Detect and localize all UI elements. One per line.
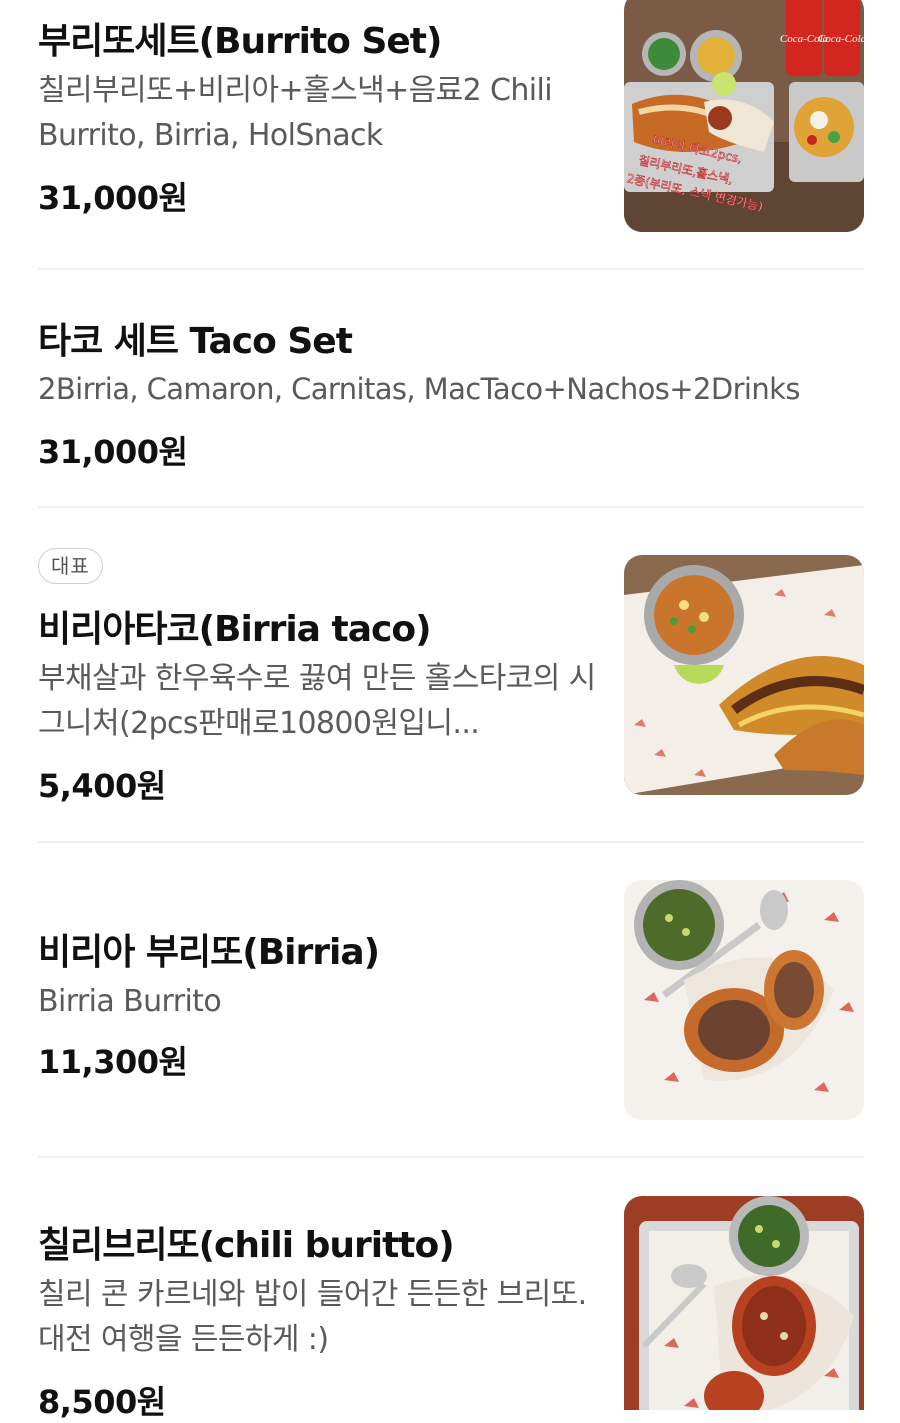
menu-item-taco-set[interactable]: 타코 세트 Taco Set 2Birria, Camaron, Carnita… xyxy=(38,270,864,506)
menu-item-description: 칠리부리또+비리아+홀스낵+음료2 Chili Burrito, Birria,… xyxy=(38,73,553,153)
menu-item-birria-burrito[interactable]: 비리아 부리또(Birria) Birria Burrito 11,300원 xyxy=(38,843,864,1156)
menu-item-name: 비리아 부리또(Birria) xyxy=(38,932,380,973)
menu-item-price: 8,500원 xyxy=(38,1383,166,1421)
burrito-set-photo: Coca-Cola Coca-Cola 비리아 타코2pcs, 칠리부리또,홀스… xyxy=(624,0,864,232)
menu-item-description: 부채살과 한우육수로 끓여 만든 홀스타코의 시그니처(2pcs판매로10800… xyxy=(38,661,596,741)
menu-item-description: 칠리 콘 카르네와 밥이 들어간 든든한 브리또. 대전 여행을 든든하게 :) xyxy=(38,1277,587,1357)
menu-item-name: 부리또세트(Burrito Set) xyxy=(38,21,442,62)
menu-item-photo-burrito-set[interactable]: Coca-Cola Coca-Cola 비리아 타코2pcs, 칠리부리또,홀스… xyxy=(624,0,864,232)
menu-item-description: 2Birria, Camaron, Carnitas, MacTaco+Nach… xyxy=(38,372,800,406)
menu-item-photo-birria-burrito[interactable] xyxy=(624,880,864,1120)
menu-item-price: 11,300원 xyxy=(38,1043,188,1081)
menu-item-chili-burrito[interactable]: 칠리브리또(chili buritto) 칠리 콘 카르네와 밥이 들어간 든든… xyxy=(38,1158,864,1421)
menu-item-price: 5,400원 xyxy=(38,767,166,805)
birria-burrito-photo xyxy=(624,880,864,1120)
menu-item-photo-birria-taco[interactable] xyxy=(624,555,864,795)
birria-taco-photo xyxy=(624,555,864,795)
menu-item-birria-taco[interactable]: 대표 비리아타코(Birria taco) 부채살과 한우육수로 끓여 만든 홀… xyxy=(38,508,864,841)
menu-item-price: 31,000원 xyxy=(38,179,188,217)
menu-item-name: 비리아타코(Birria taco) xyxy=(38,609,432,650)
menu-item-price: 31,000원 xyxy=(38,433,188,471)
menu-item-photo-chili-burrito[interactable] xyxy=(624,1196,864,1410)
menu-item-name: 칠리브리또(chili buritto) xyxy=(38,1225,455,1266)
signature-badge: 대표 xyxy=(38,548,103,584)
can-label: Coca-Cola xyxy=(818,33,864,45)
menu-item-burrito-set[interactable]: 부리또세트(Burrito Set) 칠리부리또+비리아+홀스낵+음료2 Chi… xyxy=(38,0,864,268)
menu-item-description: Birria Burrito xyxy=(38,984,222,1019)
chili-burrito-photo xyxy=(624,1196,864,1410)
menu-item-name: 타코 세트 Taco Set xyxy=(38,321,353,362)
